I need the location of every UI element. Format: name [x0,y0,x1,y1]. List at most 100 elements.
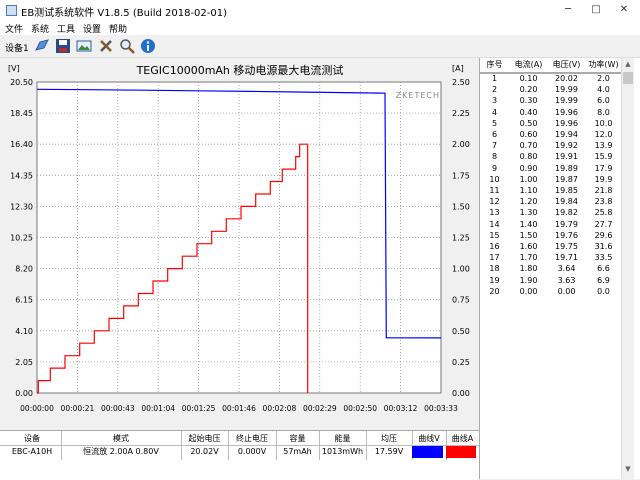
table-cell: 19.87 [555,174,578,184]
table-cell: 3 [491,96,498,106]
menu-file[interactable]: 文件 [5,22,23,35]
scroll-up-icon[interactable]: ▲ [623,60,633,70]
table-cell: 0.20 [519,85,538,95]
y-left-tick-label: 8.20 [15,265,33,274]
table-cell: 1.80 [519,264,538,274]
table-header-3[interactable]: 功率(W) [585,58,623,73]
table-header-1[interactable]: 电流(A) [509,58,549,73]
image-icon[interactable] [76,38,92,54]
close-button[interactable]: ✕ [610,2,638,18]
curve-a-swatch[interactable] [446,446,476,458]
summary-header-5: 能量 [334,434,351,443]
x-tick-label: 00:01:04 [141,404,175,413]
table-cell: 5 [491,118,498,128]
table-cell: 0.40 [519,107,538,117]
table-cell: 0.00 [557,286,576,296]
right-axis-unit: [A] [452,64,464,73]
table-cell: 1.30 [519,208,538,218]
y-right-tick-label: 1.00 [452,265,470,274]
table-header-2[interactable]: 电压(V) [548,58,586,73]
table-cell: 1.90 [519,275,538,285]
table-cell: 0.00 [519,286,538,296]
summary-value-6: 17.59V [374,447,404,456]
summary-value-0: EBC-A10H [11,447,53,456]
y-left-tick-label: 16.40 [10,140,33,149]
summary-row-divider [0,445,479,446]
table-cell: 1.20 [519,197,538,207]
summary-header-0: 设备 [24,434,40,443]
table-cell: 19.94 [555,130,578,139]
table-cell: 0.50 [519,118,538,128]
table-cell: 31.6 [594,242,613,251]
device-tab[interactable]: 设备1 [5,41,29,54]
y-left-tick-label: 14.35 [10,171,33,180]
scroll-down-icon[interactable]: ▼ [623,465,633,475]
table-cell: 12.0 [594,130,613,139]
maximize-button[interactable]: □ [582,2,610,18]
table-cell: 7 [491,141,498,151]
x-tick-label: 00:01:25 [182,404,216,413]
table-cell: 23.8 [594,197,613,207]
table-cell: 2.0 [597,74,610,83]
title-bar: EB测试系统软件 V1.8.5 (Build 2018-02-01) ─ □ ✕ [0,0,640,20]
scroll-thumb[interactable] [623,72,633,84]
y-right-tick-label: 1.25 [452,234,470,243]
table-cell: 19.96 [555,107,578,117]
x-tick-label: 00:00:43 [101,404,135,413]
open-icon[interactable] [34,38,50,54]
summary-value-5: 1013mWh [321,447,364,456]
app-icon [6,5,17,16]
table-cell: 0.10 [519,74,538,83]
window-title: EB测试系统软件 V1.8.5 (Build 2018-02-01) [21,8,228,19]
summary-value-3: 0.000V [237,447,267,456]
info-icon[interactable] [140,38,156,54]
y-left-tick-label: 12.30 [10,202,33,211]
x-tick-label: 00:00:21 [61,404,95,413]
table-cell: 13.9 [594,141,613,151]
y-right-tick-label: 0.25 [452,358,470,367]
menu-help[interactable]: 帮助 [109,22,127,35]
save-icon[interactable] [55,38,71,54]
x-tick-label: 00:02:08 [263,404,297,413]
table-cell: 19.76 [555,230,578,240]
table-cell: 19.99 [555,85,578,95]
table-cell: 19.82 [555,208,578,218]
summary-header-7: 曲线V [418,434,440,443]
table-header-0[interactable]: 序号 [480,58,510,73]
table-cell: 0.0 [597,286,610,296]
table-cell: 1.40 [519,219,538,229]
menu-settings[interactable]: 设置 [83,22,101,35]
y-right-tick-label: 1.75 [452,171,470,180]
chart-area: TEGIC10000mAh 移动电源最大电流测试 [V] [A] ZKETECH… [0,58,476,430]
x-tick-label: 00:02:50 [343,404,377,413]
search-icon[interactable] [119,38,135,54]
table-cell: 14 [489,219,500,229]
table-cell: 19.85 [555,186,578,195]
x-tick-label: 00:00:00 [20,404,54,413]
table-cell: 13 [489,208,500,218]
summary-header-4: 容量 [289,434,306,443]
x-tick-label: 00:02:29 [303,404,337,413]
table-cell: 19.84 [555,197,578,207]
data-table[interactable]: 序号 电流(A) 电压(V) 功率(W) 1 0.10 20.02 2.0 2 0.20 19.9… [479,58,640,479]
table-cell: 17.9 [594,163,613,173]
y-left-tick-label: 6.15 [15,296,33,305]
toolbar: 设备1 [0,35,640,58]
menu-tools[interactable]: 工具 [57,22,75,35]
table-cell: 19.71 [555,253,578,263]
table-cell: 10 [489,174,500,184]
table-cell: 8 [491,152,498,162]
x-tick-label: 00:01:46 [222,404,256,413]
table-scrollbar[interactable]: ▲ ▼ [621,58,634,479]
menu-system[interactable]: 系统 [31,22,49,35]
table-cell: 4.0 [597,85,610,95]
tools-icon[interactable] [98,38,114,54]
curve-v-swatch[interactable] [412,446,443,458]
table-cell: 12 [489,197,500,207]
minimize-button[interactable]: ─ [554,2,582,18]
table-cell: 1.00 [519,174,538,184]
summary-header-8: 曲线A [451,434,474,443]
table-cell: 19 [489,275,500,285]
table-cell: 33.5 [594,253,613,263]
table-cell: 0.30 [519,96,538,106]
